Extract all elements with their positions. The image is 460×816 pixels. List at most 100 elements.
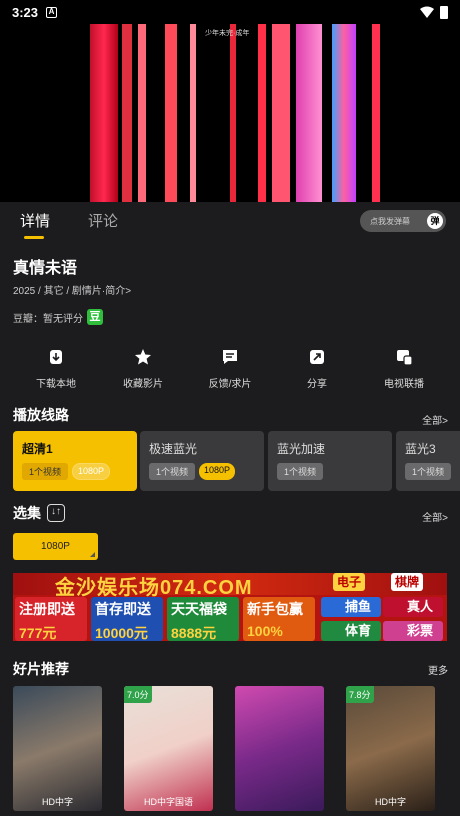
video-frame-stripe: [90, 24, 118, 202]
video-frame-stripe: [332, 24, 356, 202]
video-frame-stripe: [165, 24, 177, 202]
route-name: 蓝光3: [405, 442, 436, 456]
rec-poster[interactable]: [235, 686, 324, 811]
share-button[interactable]: 分享: [277, 346, 357, 390]
download-button[interactable]: 下载本地: [16, 346, 96, 390]
ad-cell: 首存即送 10000元: [91, 597, 163, 641]
recs-more-link[interactable]: 更多: [428, 662, 448, 677]
recs-title: 好片推荐: [13, 661, 69, 677]
video-frame-stripe: [190, 24, 196, 202]
video-frame-stripe: [296, 24, 322, 202]
route-item[interactable]: 蓝光加速 1个视频: [268, 431, 392, 491]
route-count: 1个视频: [277, 463, 324, 480]
episodes-more-link[interactable]: 全部>: [422, 509, 448, 524]
ad-cell: 天天福袋 8888元: [167, 597, 239, 641]
tab-details[interactable]: 详情: [20, 210, 50, 231]
ad-tag: 棋牌: [391, 573, 424, 591]
rec-label: HD中字国语: [144, 797, 193, 807]
route-item[interactable]: 极速蓝光 1个视频 1080P: [140, 431, 264, 491]
tv-cast-button[interactable]: 电视联播: [364, 346, 444, 390]
video-frame-stripe: [272, 24, 290, 202]
feedback-button[interactable]: 反馈/求片: [190, 346, 270, 390]
rec-score: 7.0分: [124, 686, 152, 703]
route-item[interactable]: 超清1 1个视频 1080P: [13, 431, 137, 491]
danmu-toggle-icon[interactable]: 弹: [427, 213, 443, 229]
tv-cast-label: 电视联播: [384, 379, 424, 390]
ad-cell-value: 8888元: [171, 625, 217, 641]
active-tab-indicator: [24, 236, 44, 239]
episodes-title: 选集: [13, 505, 41, 521]
route-name: 极速蓝光: [149, 442, 198, 456]
favorite-label: 收藏影片: [123, 379, 163, 390]
episodes-header: 选集 ↓↑: [13, 503, 65, 523]
douban-rating: 豆瓣：暂无评分 豆: [13, 309, 103, 325]
ad-banner[interactable]: 金沙娱乐场074.COM 电子 棋牌 注册即送 777元 首存即送 10000元…: [13, 573, 447, 641]
route-quality: 1080P: [199, 463, 236, 480]
action-bar: 下载本地 收藏影片 反馈/求片 分享 电视联播: [0, 346, 460, 390]
video-frame-stripe: [122, 24, 132, 202]
video-frame-stripe: [230, 24, 236, 202]
routes-list: 超清1 1个视频 1080P 极速蓝光 1个视频 1080P 蓝光加速 1个视频…: [13, 431, 460, 491]
route-quality: 1080P: [72, 463, 111, 480]
sort-icon[interactable]: ↓↑: [47, 504, 65, 522]
rec-label: HD中字: [375, 797, 406, 807]
battery-icon: [440, 5, 448, 19]
ad-cell: 注册即送 777元: [15, 597, 87, 641]
status-bar: 3:23 A: [0, 0, 460, 24]
movie-meta[interactable]: 2025 / 其它 / 剧情片·简介>: [13, 282, 131, 297]
routes-title: 播放线路: [13, 407, 69, 423]
douban-icon: 豆: [87, 309, 103, 325]
ad-title: 金沙娱乐场074.COM: [55, 577, 253, 599]
rec-poster[interactable]: HD中字: [13, 686, 102, 811]
status-time: 3:23: [12, 4, 39, 20]
danmu-input[interactable]: 点我发弹幕 弹: [360, 210, 446, 232]
danmu-placeholder: 点我发弹幕: [370, 216, 410, 226]
episode-button[interactable]: 1080P: [13, 533, 98, 560]
feedback-label: 反馈/求片: [208, 379, 252, 390]
ad-cell-title: 新手包赢: [247, 601, 303, 617]
episode-label: 1080P: [41, 541, 70, 552]
routes-more-link[interactable]: 全部>: [422, 412, 448, 427]
ad-mini-tag: 真人: [383, 597, 443, 617]
share-icon: [310, 350, 324, 364]
share-label: 分享: [307, 379, 327, 390]
ad-cell-title: 天天福袋: [171, 601, 227, 617]
douban-label: 豆瓣：暂无评分: [13, 313, 83, 325]
video-frame-stripe: [138, 24, 146, 202]
ad-mini-tag: 体育: [321, 621, 381, 641]
tab-comments[interactable]: 评论: [88, 210, 118, 231]
route-count: 1个视频: [149, 463, 196, 480]
ad-tag: 电子: [333, 573, 366, 591]
rec-label: HD中字: [42, 797, 73, 807]
star-icon: [135, 349, 151, 365]
favorite-button[interactable]: 收藏影片: [103, 346, 183, 390]
recs-list: HD中字 7.0分 HD中字国语 7.8分 HD中字: [0, 686, 460, 816]
movie-title: 真情未语: [13, 260, 78, 277]
route-name: 超清1: [22, 442, 53, 456]
route-name: 蓝光加速: [277, 442, 326, 456]
download-icon: [50, 350, 62, 364]
video-caption: 少年未完·成年: [205, 30, 250, 37]
ad-cell: 新手包赢 100%: [243, 597, 315, 641]
route-count: 1个视频: [405, 463, 452, 480]
ad-cell-value: 100%: [247, 623, 283, 639]
feedback-icon: [223, 350, 237, 364]
rec-score: 7.8分: [346, 686, 374, 703]
route-count: 1个视频: [22, 463, 69, 480]
ad-cell-title: 首存即送: [95, 601, 151, 617]
rec-poster[interactable]: 7.0分 HD中字国语: [124, 686, 213, 811]
ad-cell-value: 10000元: [95, 625, 148, 641]
wifi-icon: [420, 6, 434, 18]
video-frame-stripe: [258, 24, 266, 202]
ad-cell-value: 777元: [19, 625, 57, 641]
ad-cell-title: 注册即送: [19, 601, 75, 617]
video-frame-stripe: [372, 24, 380, 202]
notification-a-icon: A: [46, 6, 58, 18]
playing-corner-icon: [90, 552, 95, 557]
tv-cast-icon: [397, 350, 413, 366]
route-item[interactable]: 蓝光3 1个视频: [396, 431, 460, 491]
download-label: 下载本地: [36, 379, 76, 390]
video-player[interactable]: 少年未完·成年: [0, 24, 460, 202]
rec-poster[interactable]: 7.8分 HD中字: [346, 686, 435, 811]
ad-mini-tag: 彩票: [383, 621, 443, 641]
